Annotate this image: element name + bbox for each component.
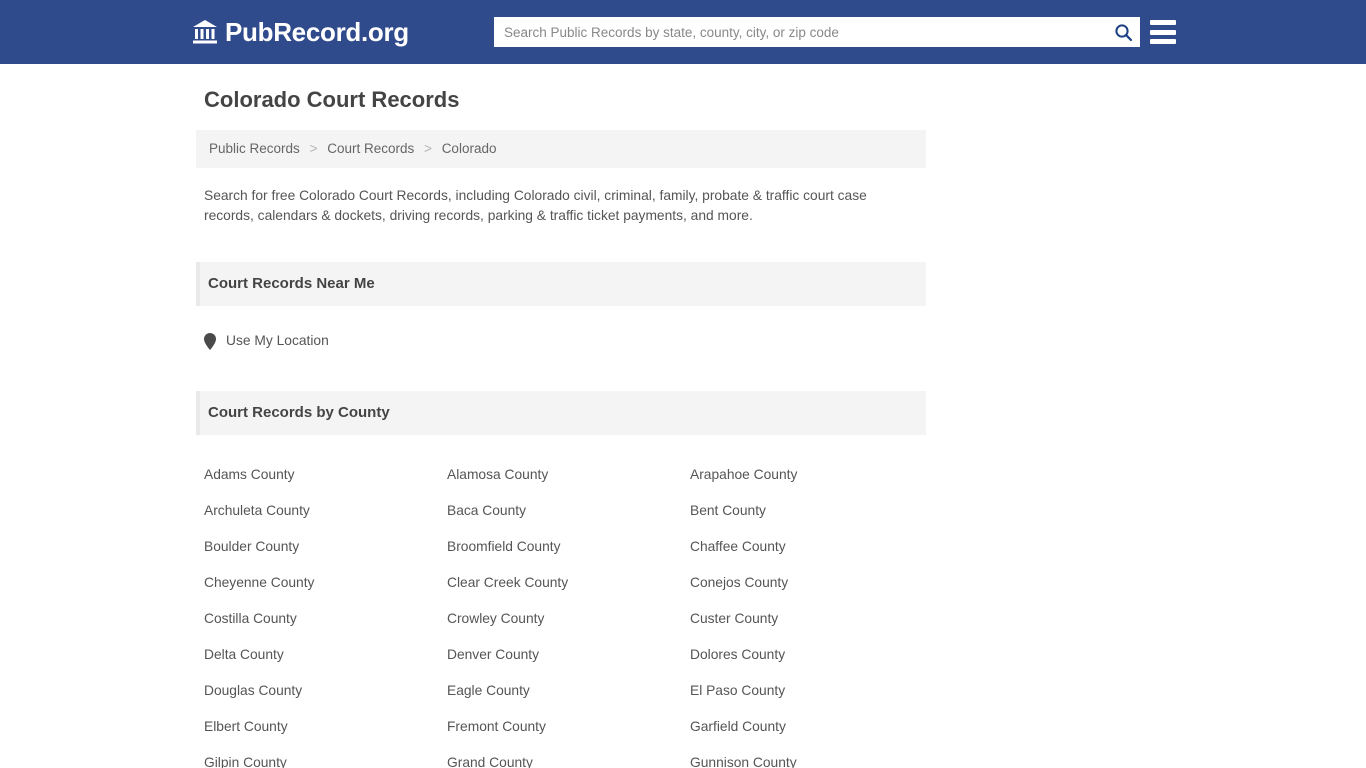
main-content: Colorado Court Records Public Records > … [196,64,926,768]
county-link[interactable]: Eagle County [447,673,690,709]
breadcrumb-item-public-records[interactable]: Public Records [209,141,300,156]
bank-building-icon [193,20,217,44]
county-link[interactable]: Delta County [204,637,447,673]
breadcrumb-item-colorado[interactable]: Colorado [442,141,497,156]
county-link[interactable]: Denver County [447,637,690,673]
use-my-location-label: Use My Location [226,333,329,348]
county-link[interactable]: Grand County [447,745,690,768]
hamburger-menu-button[interactable] [1150,20,1176,44]
county-link[interactable]: Elbert County [204,709,447,745]
county-link[interactable]: Costilla County [204,601,447,637]
hamburger-bar-2 [1150,29,1176,35]
breadcrumb-item-court-records[interactable]: Court Records [327,141,414,156]
county-link[interactable]: Archuleta County [204,493,447,529]
site-header: PubRecord.org [0,0,1366,64]
county-link[interactable]: Alamosa County [447,457,690,493]
breadcrumb: Public Records > Court Records > Colorad… [196,130,926,168]
breadcrumb-separator: > [424,141,432,156]
page-title: Colorado Court Records [204,87,460,112]
map-pin-icon [204,332,216,350]
use-my-location-link[interactable]: Use My Location [204,332,329,350]
county-link[interactable]: Gilpin County [204,745,447,768]
county-link[interactable]: Conejos County [690,565,933,601]
county-link[interactable]: Adams County [204,457,447,493]
county-link[interactable]: Crowley County [447,601,690,637]
page-description: Search for free Colorado Court Records, … [204,188,867,223]
county-link[interactable]: Custer County [690,601,933,637]
near-me-section-body: Use My Location [196,306,926,355]
hamburger-bar-1 [1150,20,1176,25]
search-icon [1114,23,1132,41]
county-link[interactable]: Clear Creek County [447,565,690,601]
search-button[interactable] [1106,17,1140,47]
county-link[interactable]: Dolores County [690,637,933,673]
county-link[interactable]: Gunnison County [690,745,933,768]
county-link[interactable]: Broomfield County [447,529,690,565]
hamburger-bar-3 [1150,39,1176,44]
section-heading-court-records-near-me: Court Records Near Me [196,262,926,306]
county-link[interactable]: Chaffee County [690,529,933,565]
county-link[interactable]: El Paso County [690,673,933,709]
county-link[interactable]: Douglas County [204,673,447,709]
county-link[interactable]: Fremont County [447,709,690,745]
search-input[interactable] [494,18,1106,46]
county-link[interactable]: Bent County [690,493,933,529]
county-link[interactable]: Boulder County [204,529,447,565]
county-link[interactable]: Arapahoe County [690,457,933,493]
county-link[interactable]: Garfield County [690,709,933,745]
county-link[interactable]: Baca County [447,493,690,529]
brand-name: PubRecord.org [225,17,409,47]
county-link[interactable]: Cheyenne County [204,565,447,601]
section-heading-court-records-by-county: Court Records by County [196,390,926,435]
county-list-grid: Adams County Alamosa County Arapahoe Count… [196,435,926,768]
breadcrumb-separator: > [309,141,318,156]
brand-logo-link[interactable]: PubRecord.org [192,17,409,47]
search-bar [494,17,1140,47]
